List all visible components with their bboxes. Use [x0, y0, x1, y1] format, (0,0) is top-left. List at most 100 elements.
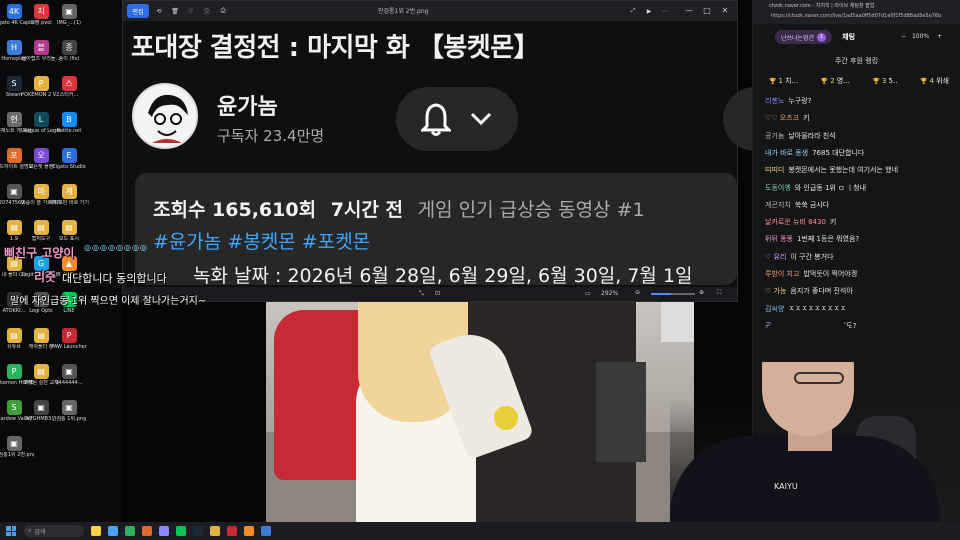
zoom-slider-fill: [651, 293, 671, 295]
chat-username[interactable]: 공기놈: [765, 132, 784, 140]
chat-username[interactable]: 루방이 치고: [765, 270, 799, 278]
video-title: 포대장 결정전 : 마지막 화 【봉켓몬】: [131, 33, 540, 63]
close-icon[interactable]: ✕: [719, 5, 731, 17]
taskbar-app-icon[interactable]: [261, 526, 271, 536]
chat-message[interactable]: 공기놈 날아올라라 친석: [765, 131, 836, 141]
desktop-icon-label: Elgato Studio: [52, 164, 86, 170]
chat-message[interactable]: 날카로운 뉴비 8430 키: [765, 217, 836, 227]
notification-bell-button[interactable]: [396, 87, 518, 151]
desktop-icon[interactable]: ▤ 모드 표시: [49, 220, 89, 242]
chat-message[interactable]: 게곤지지 쑥쑥 금시다: [765, 200, 829, 210]
desktop-icon[interactable]: ▣ 1444444...: [49, 364, 89, 386]
taskbar-app-icon[interactable]: [210, 526, 220, 536]
taskbar-app-icon[interactable]: [125, 526, 135, 536]
chat-message[interactable]: ♡ 가능 음지가 좋다며 진석아: [765, 286, 853, 296]
chat-username[interactable]: 날카로운 뉴비 8430: [765, 218, 826, 226]
ranking-item[interactable]: 🏆 1 치...: [769, 76, 798, 86]
taskbar-app-icon[interactable]: [142, 526, 152, 536]
subscriber-count: 구독자 23.4만명: [217, 127, 325, 145]
taskbar-app-icon[interactable]: [193, 526, 203, 536]
chat-username[interactable]: 도동이엥: [765, 184, 791, 192]
zoom-level[interactable]: 292%: [601, 290, 618, 297]
desktop-icon[interactable]: ▣안검통1위 2번.png: [0, 436, 34, 458]
desktop-icon[interactable]: ▣ 안검통 1위.png: [49, 400, 89, 422]
chat-message[interactable]: 도동이엥 와 인급동 1위 ㅁ ㅣ청내: [765, 183, 866, 193]
taskbar-app-icon[interactable]: [108, 526, 118, 536]
desktop-icon-label: LINE: [63, 308, 75, 314]
ranking-item[interactable]: 🏆 4 위쇄: [920, 76, 949, 86]
bell-icon: [421, 103, 451, 136]
zoom-in-icon[interactable]: ⊕: [699, 289, 704, 296]
favorite-icon[interactable]: ♡: [185, 4, 197, 18]
chat-username[interactable]: 김씨양: [765, 305, 784, 313]
taskbar-app-icon[interactable]: [244, 526, 254, 536]
desktop-icon[interactable]: P PAW Launcher: [49, 328, 89, 350]
rotate-icon[interactable]: ⟲: [153, 4, 165, 18]
chat-username[interactable]: ♡♡ 오즈크: [765, 114, 799, 122]
zoom-slider[interactable]: [651, 293, 695, 295]
taskbar-app-icon[interactable]: [227, 526, 237, 536]
webcam-feed: KAIYU: [670, 316, 960, 522]
chat-username[interactable]: ♡ 가능: [765, 287, 786, 295]
chat-message[interactable]: 띠띠디 봉켓몬에서는 못했는데 여기서는 했네: [765, 165, 898, 175]
background-photo: [266, 302, 694, 522]
pinned-user-pill[interactable]: 난쓰나는망간 1: [775, 30, 833, 44]
compare-icon[interactable]: ▭: [585, 290, 591, 297]
chat-message[interactable]: 내가 바로 동생 7685 대단합니다: [765, 148, 864, 158]
desktop-icon[interactable]: B Battle.net: [49, 112, 89, 134]
chat-zoom-out-icon[interactable]: −: [901, 33, 906, 40]
chat-message[interactable]: 리젠노 누구랑?: [765, 96, 811, 106]
fit-window-icon[interactable]: ⛶: [717, 289, 721, 297]
desktop-icon[interactable]: 종 종이 (fix): [49, 40, 89, 62]
chat-username[interactable]: 게곤지지: [765, 201, 791, 209]
minimize-icon[interactable]: —: [683, 5, 695, 17]
chat-message[interactable]: 루방이 치고 밥먹듯이 찍어야겡: [765, 269, 857, 279]
crop-icon[interactable]: ⊡: [435, 290, 440, 297]
channel-name[interactable]: 윤가놈: [217, 89, 278, 121]
chat-message[interactable]: ♡♡ 오즈크 키: [765, 113, 810, 123]
fit-icon[interactable]: ⤡: [419, 290, 424, 298]
taskbar-app-icon[interactable]: [91, 526, 101, 536]
taskbar-search[interactable]: ⌕ 검색: [24, 525, 84, 537]
desktop-icon[interactable]: E Elgato Studio: [49, 148, 89, 170]
chat-zoom-in-icon[interactable]: +: [937, 33, 942, 40]
chat-username[interactable]: 리젠노: [765, 97, 784, 105]
edit-button[interactable]: 편집: [127, 4, 149, 18]
chat-message[interactable]: 김씨양 ㅈㅈㅈㅈㅈㅈㅈㅈㅈ: [765, 304, 846, 314]
app-icon: B: [61, 112, 77, 127]
chat-text: 1번째 1등은 뭐였음?: [797, 235, 860, 244]
chat-text: 키: [803, 114, 810, 123]
delete-icon[interactable]: 🗑: [169, 4, 181, 18]
chat-message[interactable]: ♡ 유리 이 구간 봉거다: [765, 252, 833, 262]
info-icon[interactable]: ⓘ: [201, 4, 213, 18]
fullscreen-icon[interactable]: ⤢: [627, 4, 639, 18]
chat-username[interactable]: 뒤뒤 똥똥: [765, 235, 793, 243]
overlay-chat-name: 리즛: [34, 270, 57, 284]
overlay-chat-message: 대단합니다 동의합니다: [62, 272, 167, 285]
chat-url[interactable]: https://chzzk.naver.com/live/1ad5aa0ff5d…: [771, 13, 941, 22]
app-icon: 마: [33, 184, 49, 199]
maximize-icon[interactable]: □: [701, 5, 713, 17]
desktop-icon[interactable]: ▣ IMG_...(1): [49, 4, 89, 26]
taskbar-app-icon[interactable]: [176, 526, 186, 536]
chat-username[interactable]: 내가 바로 동생: [765, 149, 808, 157]
slideshow-icon[interactable]: ▶: [643, 4, 655, 18]
view-count: 조회수 165,610회: [153, 199, 317, 221]
chat-tab[interactable]: 채팅: [842, 32, 855, 42]
desktop-icon[interactable]: 스 스티커...: [49, 76, 89, 98]
ranking-item[interactable]: 🏆 3 5..: [873, 76, 898, 86]
chat-username[interactable]: 띠띠디: [765, 166, 784, 174]
channel-avatar[interactable]: [132, 83, 198, 149]
start-button[interactable]: [6, 526, 16, 536]
viewer-toolbar: 편집 ⟲ 🗑 ♡ ⓘ ⎙ 안검통1위 2번.png ⤢ ▶ ⋯ — □ ✕: [123, 1, 737, 21]
chat-username[interactable]: ♡ 유리: [765, 253, 786, 261]
taskbar-app-icon[interactable]: [159, 526, 169, 536]
search-icon: ⌕: [28, 527, 32, 534]
chat-message[interactable]: 뒤뒤 똥똥 1번째 1등은 뭐였음?: [765, 234, 859, 244]
zoom-out-icon[interactable]: ⊖: [635, 289, 640, 296]
desktop-icon[interactable]: 계 계획표만 바로 가기: [49, 184, 89, 206]
print-icon[interactable]: ⎙: [217, 4, 229, 18]
ranking-item[interactable]: 🏆 2 영...: [821, 76, 850, 86]
more-icon[interactable]: ⋯: [659, 4, 671, 18]
trending-label[interactable]: 게임 인기 급상승 동영상 #1: [418, 199, 645, 221]
